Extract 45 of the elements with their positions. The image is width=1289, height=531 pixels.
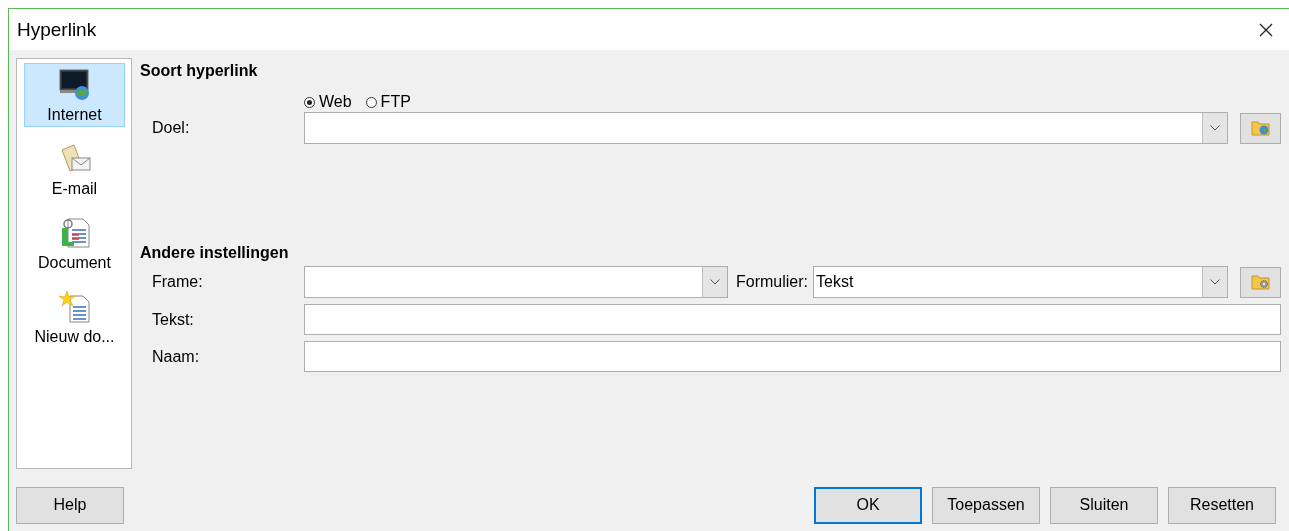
sidebar-item-label: Nieuw do... <box>34 328 115 346</box>
browse-button[interactable] <box>1240 112 1281 144</box>
help-button[interactable]: Help <box>16 486 124 524</box>
folder-globe-icon <box>1250 119 1271 137</box>
field-label: Naam: <box>151 347 201 366</box>
dropdown-button[interactable] <box>1202 267 1227 297</box>
chevron-down-icon <box>710 279 720 285</box>
dialog-button[interactable]: Toepassen <box>932 486 1040 524</box>
text-input-field[interactable] <box>304 304 1281 335</box>
combo-value: Tekst <box>815 272 855 292</box>
field-label: Doel: <box>151 119 191 137</box>
dropdown-button[interactable] <box>702 267 727 297</box>
radio-option[interactable]: FTP <box>365 93 411 111</box>
sidebar-item-label: Document <box>38 254 111 272</box>
new-document-icon <box>57 290 92 324</box>
name-input-field[interactable] <box>304 341 1281 372</box>
radio-button[interactable] <box>304 96 315 108</box>
dropdown-button[interactable] <box>1202 113 1227 143</box>
field-label: Frame: <box>151 273 204 291</box>
events-button[interactable] <box>1240 266 1281 298</box>
sidebar-item-label: E-mail <box>51 180 98 198</box>
close-icon[interactable] <box>1259 22 1273 37</box>
sidebar-item[interactable]: Document <box>24 211 125 275</box>
dialog-button[interactable]: Resetten <box>1168 486 1276 524</box>
radio-label: FTP <box>380 93 411 111</box>
chevron-down-icon <box>1210 279 1220 285</box>
radio-label: Web <box>319 93 352 111</box>
field-label: Tekst: <box>151 310 195 329</box>
sidebar-item[interactable]: E-mail <box>24 137 125 201</box>
sidebar-item-label: Internet <box>47 106 102 124</box>
radio-button[interactable] <box>365 96 377 108</box>
monitor-globe-icon <box>57 68 92 102</box>
folder-gear-icon <box>1250 273 1271 291</box>
dialog-button[interactable]: Sluiten <box>1050 486 1158 524</box>
chevron-down-icon <box>1210 125 1220 131</box>
section-heading: Soort hyperlink <box>140 62 259 81</box>
frame-combo-box[interactable] <box>304 266 728 298</box>
sidebar-item[interactable]: Internet <box>24 63 125 127</box>
radio-option[interactable]: Web <box>304 93 352 111</box>
sidebar-item[interactable]: Nieuw do... <box>24 285 125 349</box>
window-title: Hyperlink <box>17 18 97 41</box>
field-label: Formulier: <box>735 273 809 291</box>
dialog-button[interactable]: OK <box>814 486 922 524</box>
form-combo-box[interactable]: Tekst <box>813 266 1228 298</box>
section-heading: Andere instellingen <box>140 244 290 263</box>
